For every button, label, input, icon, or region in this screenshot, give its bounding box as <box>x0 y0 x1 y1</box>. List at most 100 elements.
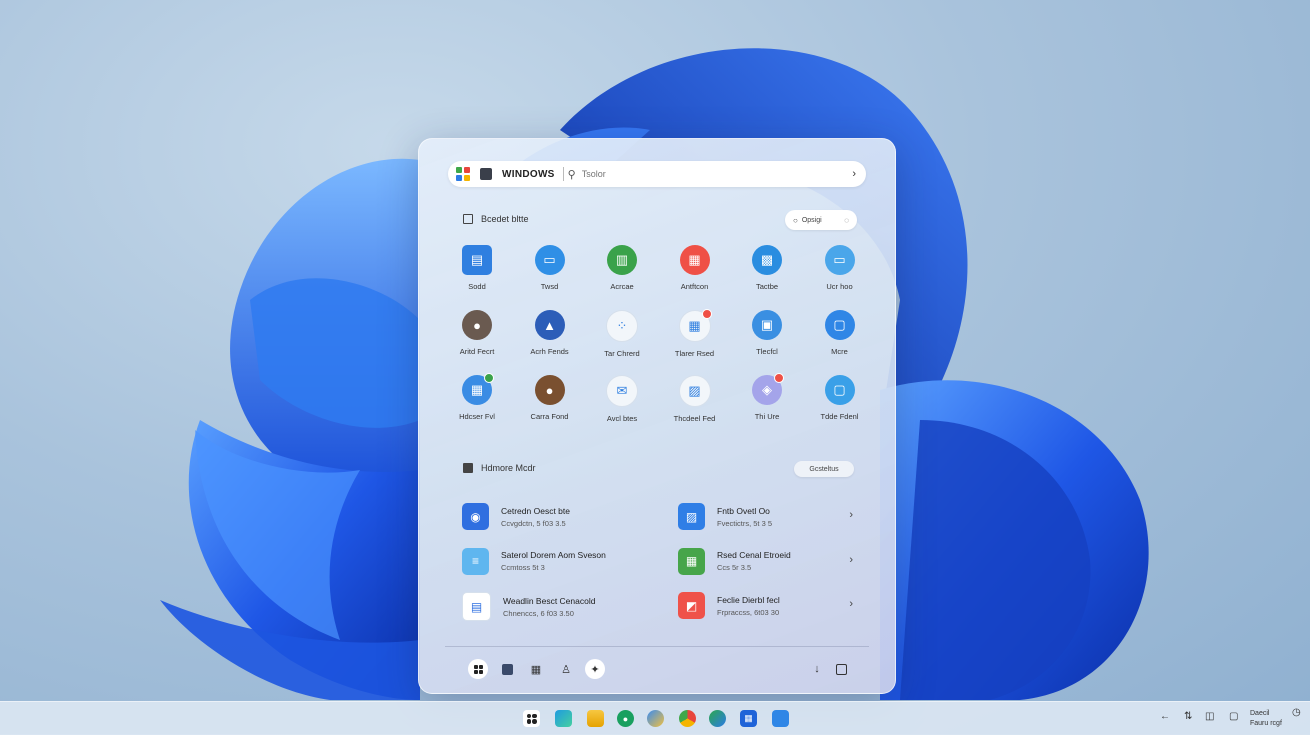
copilot-icon: ◈ <box>752 373 784 405</box>
footer-divider <box>445 646 869 647</box>
photo-icon[interactable] <box>497 659 517 679</box>
pinned-app[interactable]: ▥ Acrcae <box>586 245 658 291</box>
settings-icon: ◌ <box>844 215 849 225</box>
recommended-subtitle: Fvectictrs, 5t 3 5 <box>717 518 773 528</box>
pinned-app[interactable]: ▨ Thcdeel Fed <box>659 375 731 423</box>
chevron-right-icon[interactable]: › <box>849 554 853 566</box>
pinned-app[interactable]: ▦ Tlarer Rsed <box>659 309 731 358</box>
pinned-app[interactable]: ▢ Mcre <box>804 310 876 356</box>
pinned-app[interactable]: ▦ Hdcser Fvl <box>441 373 513 421</box>
pinned-app-label: Tar Chrerd <box>604 349 640 358</box>
chevron-right-icon[interactable]: › <box>852 168 856 180</box>
recommended-text: Rsed Cenal Etroeid Ccs 5r 3.5 <box>717 550 791 572</box>
recommended-text: Feclie Dierbl fecl Frpraccss, 6t03 30 <box>717 595 780 617</box>
pinned-app-label: Sodd <box>468 282 486 291</box>
pinned-app[interactable]: ✉ Avcl btes <box>586 375 658 423</box>
globe-icon[interactable] <box>709 710 726 727</box>
pinned-app[interactable]: ◈ Thi Ure <box>731 373 803 421</box>
folder-icon: ▭ <box>534 245 565 275</box>
pinned-header: Bcedet bltte <box>463 214 529 224</box>
notification-badge <box>484 373 494 383</box>
recommended-text: Saterol Dorem Aom Sveson Ccmtoss 5t 3 <box>501 550 606 572</box>
dots-icon: ⁘ <box>606 310 638 342</box>
recommended-text: Cetredn Oesct bte Ccvgdctn, 5 f03 3.5 <box>501 506 570 528</box>
photo-icon: ▨ <box>678 375 711 407</box>
recommended-item[interactable]: ▤ Weadlin Besct Cenacold Chnenccs, 6 f03 3… <box>462 592 642 621</box>
pinned-app[interactable]: ▣ Tlecfcl <box>731 310 803 356</box>
pinned-app-label: Thi Ure <box>754 412 780 421</box>
clock-line1: Daecil <box>1250 710 1270 717</box>
chevron-right-icon[interactable]: › <box>849 509 853 521</box>
recommended-item[interactable]: ▨ Fntb Ovetl Oo Fvectictrs, 5t 3 5 › <box>678 503 853 530</box>
recommended-subtitle: Ccmtoss 5t 3 <box>501 563 545 572</box>
recommended-title: Hdmore Mcdr <box>481 463 536 473</box>
widgets-icon[interactable] <box>555 710 572 727</box>
people-icon: ◉ <box>462 503 489 530</box>
pinned-app[interactable]: ▭ Ucr hoo <box>804 245 876 291</box>
search-icon: ⚲ <box>567 168 576 181</box>
search-divider <box>562 167 564 181</box>
calendar-badge-icon: ▦ <box>678 309 712 342</box>
recommended-item[interactable]: ▦ Rsed Cenal Etroeid Ccs 5r 3.5 › <box>678 547 853 575</box>
browser-icon[interactable] <box>647 710 664 727</box>
square-outline-icon: ▢ <box>824 375 855 405</box>
person-icon[interactable]: ♙ <box>556 659 576 679</box>
pinned-app[interactable]: ▩ Tactbe <box>731 245 803 291</box>
square-blue-icon: ▢ <box>824 310 855 340</box>
pinned-app-label: Hdcser Fvl <box>459 412 495 421</box>
shield-icon[interactable]: ● <box>617 710 634 727</box>
search-bar[interactable]: WINDOWS ⚲ › <box>448 161 866 187</box>
pinned-app[interactable]: ▦ Antftcon <box>659 245 731 291</box>
start-menu: WINDOWS ⚲ › Bcedet bltte ○ Opsigi ◌ ▤ Sod… <box>418 138 896 694</box>
back-arrow-icon[interactable]: ← <box>1160 711 1170 722</box>
search-input[interactable] <box>579 168 844 180</box>
pinned-options-button[interactable]: ○ Opsigi ◌ <box>785 210 857 230</box>
download-icon[interactable]: ↓ <box>807 659 827 679</box>
clock[interactable]: Daecil Fauru rcgf <box>1250 709 1282 729</box>
pinned-app-label: Antftcon <box>680 282 709 291</box>
recommended-item[interactable]: ◩ Feclie Dierbl fecl Frpraccss, 6t03 30 › <box>678 592 853 619</box>
taskbar: ● ▦ ← ⇅ ◫ ▢ Daecil Fauru rcgf ◷ <box>0 701 1310 735</box>
pinned-app[interactable]: ▤ Sodd <box>441 245 513 291</box>
recommended-title: Cetredn Oesct bte <box>501 505 570 516</box>
power-icon[interactable] <box>831 659 851 679</box>
pinned-app[interactable]: ▲ Acrh Fends <box>514 310 586 356</box>
chrome-icon[interactable] <box>679 710 696 727</box>
pinned-app[interactable]: ● Carra Fond <box>514 375 586 421</box>
pinned-app-label: Acrh Fends <box>530 347 569 356</box>
recommended-subtitle: Frpraccss, 6t03 30 <box>717 607 780 617</box>
recommended-item[interactable]: ◉ Cetredn Oesct bte Ccvgdctn, 5 f03 3.5 <box>462 503 642 530</box>
mountain-icon: ▲ <box>534 310 565 340</box>
notification-icon[interactable]: ◷ <box>1292 707 1301 718</box>
pinned-app[interactable]: ⁘ Tar Chrerd <box>586 310 658 358</box>
calendar-icon[interactable]: ▦ <box>526 659 546 679</box>
files-icon[interactable] <box>587 710 604 727</box>
recommended-title: Saterol Dorem Aom Sveson <box>501 550 606 560</box>
window-icon[interactable]: ◫ <box>1205 711 1214 722</box>
star-icon[interactable]: ✦ <box>585 659 605 679</box>
more-button[interactable]: Gcsteltus <box>794 461 854 477</box>
display-icon[interactable]: ▢ <box>1229 711 1238 722</box>
chart-icon: ▩ <box>752 245 782 275</box>
recommended-item[interactable]: ≡ Saterol Dorem Aom Sveson Ccmtoss 5t 3 <box>462 547 642 575</box>
pinned-app-label: Aritd Fecrt <box>459 347 495 356</box>
chevron-right-icon[interactable]: › <box>849 598 853 610</box>
pinned-app-label: Ucr hoo <box>826 282 853 291</box>
app-icon[interactable] <box>772 710 789 727</box>
folder-blue-icon: ▤ <box>462 245 492 275</box>
pinned-app-label: Tlecfcl <box>756 347 778 356</box>
start-icon[interactable] <box>468 659 488 679</box>
recommended-header: Hdmore Mcdr <box>463 463 536 473</box>
start-icon[interactable] <box>523 710 540 727</box>
image-icon: ▨ <box>678 503 705 530</box>
recommended-title: Fntb Ovetl Oo <box>717 505 770 516</box>
network-icon[interactable]: ⇅ <box>1184 711 1192 722</box>
pinned-app[interactable]: ▭ Twsd <box>514 245 586 291</box>
pinned-app[interactable]: ● Aritd Fecrt <box>441 310 513 356</box>
pinned-app[interactable]: ▢ Tdde Fdenl <box>804 375 876 421</box>
pinned-app-label: Thcdeel Fed <box>673 414 716 423</box>
more-label: Gcsteltus <box>809 465 839 473</box>
avatar-photo-icon: ● <box>534 375 565 405</box>
store-icon[interactable]: ▦ <box>740 710 757 727</box>
pinned-app-label: Tactbe <box>755 282 779 291</box>
